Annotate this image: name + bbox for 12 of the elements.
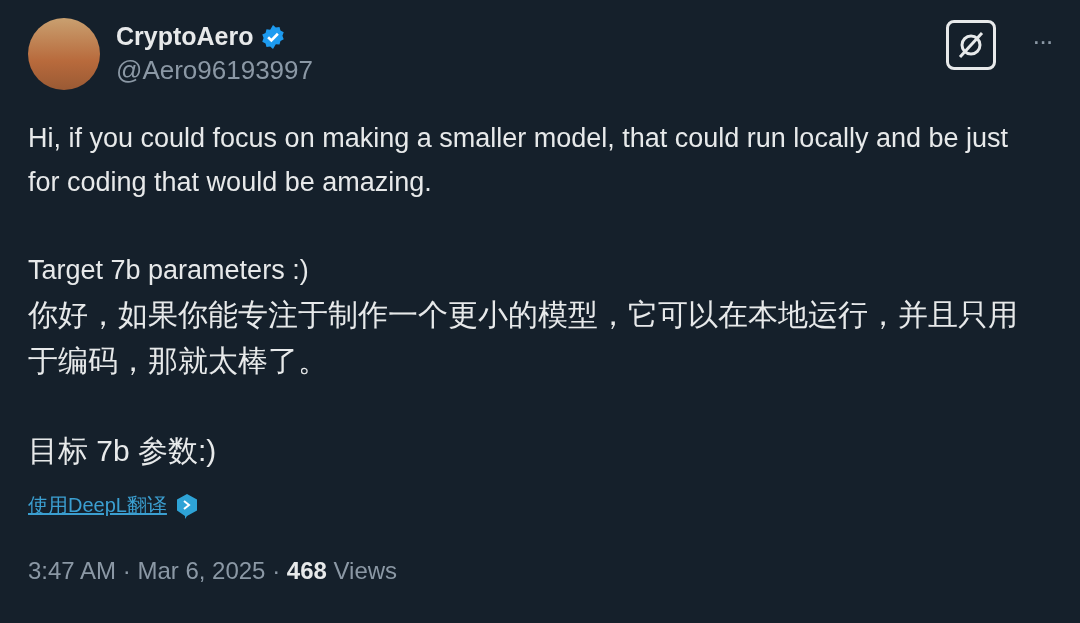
translate-link[interactable]: 使用DeepL翻译 — [28, 492, 167, 519]
author-handle[interactable]: @Aero96193997 — [116, 55, 930, 86]
slashed-circle-icon — [956, 30, 986, 60]
post-metadata: 3:47 AM · Mar 6, 2025 · 468 Views — [28, 557, 399, 585]
post-text: Hi, if you could focus on making a smaller model, that could run locally and be just for coding that would be amazing. — [28, 122, 1009, 199]
post-text: Target 7b parameters :) — [28, 254, 310, 287]
deepl-logo-icon — [174, 492, 199, 519]
author-name[interactable]: CryptoAero — [116, 22, 254, 51]
post-text: 你好，如果你能专注于制作一个更小的模型，它可以在本地运行，并且只用于编码，那就太棒了。 — [28, 297, 1019, 379]
more-button[interactable]: ··· — [1032, 26, 1052, 57]
post-text: 目标 7b 参数:) — [28, 433, 218, 469]
grok-button[interactable] — [946, 20, 996, 70]
